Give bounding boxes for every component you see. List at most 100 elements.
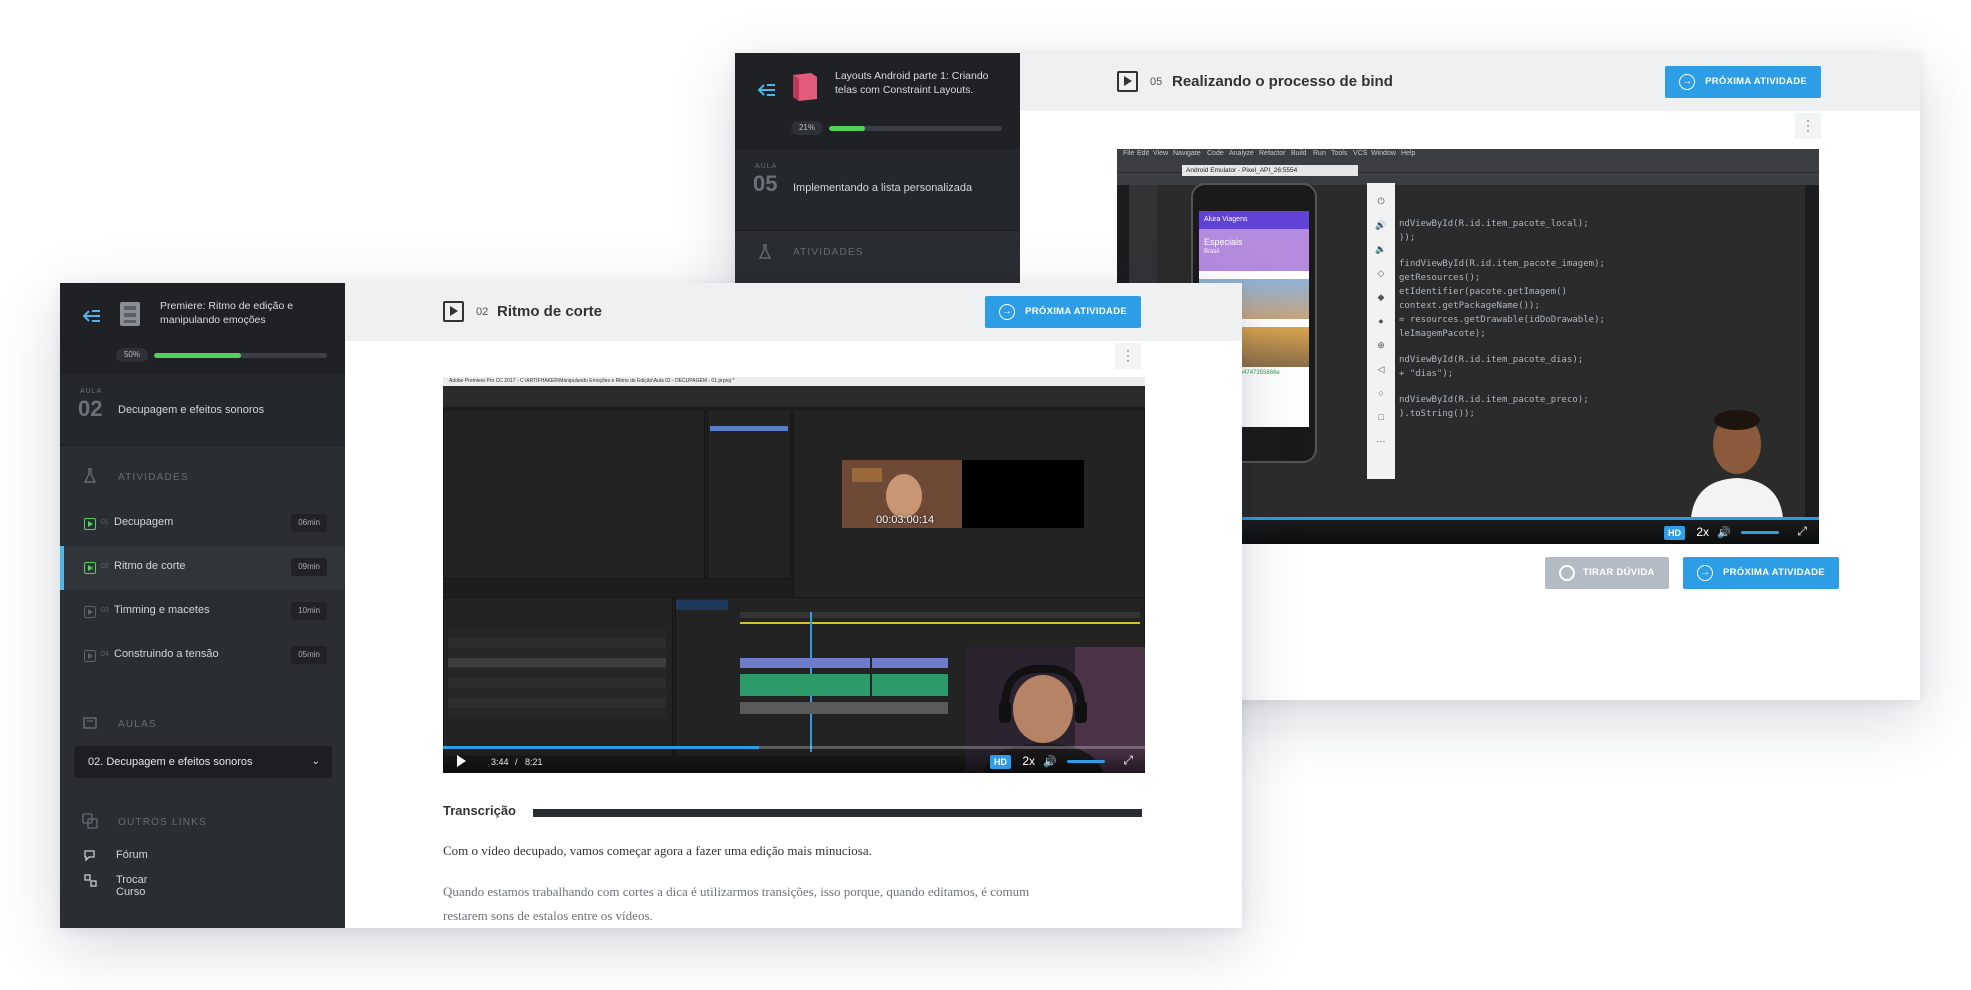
flask-icon xyxy=(758,244,772,259)
ide-menu-run: Run xyxy=(1313,150,1326,157)
collapse-sidebar-icon[interactable] xyxy=(80,307,102,325)
progress-percent: 21% xyxy=(791,121,823,135)
course-film-icon xyxy=(120,302,140,326)
zoom-icon: ⊕ xyxy=(1377,340,1385,350)
aulas-section-label: AULAS xyxy=(118,719,157,730)
progress-bar-fill xyxy=(829,126,866,131)
camera-icon: ● xyxy=(1378,316,1384,326)
transcription-title: Transcrição xyxy=(443,803,516,818)
code-line: etIdentifier(pacote.getImagem() xyxy=(1399,287,1567,297)
ask-question-label: TIRAR DÚVIDA xyxy=(1583,567,1655,578)
band-subtitle: Brasil xyxy=(1204,249,1220,255)
ide-menu-file: File xyxy=(1123,150,1135,157)
hd-toggle[interactable]: HD xyxy=(990,755,1011,769)
activity-duration: 10min xyxy=(291,602,327,620)
code-line: ndViewById(R.id.item_pacote_local); xyxy=(1399,219,1589,229)
progress-bar-track xyxy=(829,126,1002,131)
ide-menu-vcs: VCS xyxy=(1353,150,1368,157)
fullscreen-icon[interactable]: ⤢ xyxy=(1123,753,1133,768)
rotate-left-icon: ◇ xyxy=(1377,268,1385,278)
aula-tag: AULA xyxy=(80,388,103,395)
code-line: getResources(); xyxy=(1399,273,1481,283)
activities-section-label: ATIVIDADES xyxy=(793,247,864,258)
switch-course-link-label: Trocar Curso xyxy=(116,874,148,898)
audio-clip xyxy=(872,674,948,696)
premiere-menubar xyxy=(443,386,1145,395)
lesson-name: Decupagem e efeitos sonoros xyxy=(118,404,265,416)
front-video-player[interactable]: Adobe Premiere Pro CC 2017 - C:\ARTIFHAK… xyxy=(443,377,1145,773)
activity-item-ritmo-de-corte[interactable]: 02 Ritmo de corte 09min xyxy=(60,546,345,590)
code-line: ndViewById(R.id.item_pacote_dias); xyxy=(1399,355,1584,365)
play-pending-icon xyxy=(84,606,96,618)
back-course-header: Layouts Android parte 1: Criando telas c… xyxy=(735,53,1020,149)
activity-number: 03 xyxy=(101,607,109,614)
playback-speed[interactable]: 2x xyxy=(1022,754,1035,768)
aula-number: 05 xyxy=(753,171,778,196)
next-activity-button-bottom[interactable]: PRÓXIMA ATIVIDADE xyxy=(1683,557,1839,589)
video-task-icon xyxy=(443,301,464,322)
next-activity-button[interactable]: PRÓXIMA ATIVIDADE xyxy=(1665,66,1821,98)
transcription-rule xyxy=(533,809,1142,817)
ide-menu-analyze: Analyze xyxy=(1229,150,1254,157)
code-line: ).toString()); xyxy=(1399,409,1475,419)
play-check-icon xyxy=(84,518,96,530)
video-clip xyxy=(740,658,870,668)
audio-clip xyxy=(740,674,870,696)
front-course-window: Premiere: Ritmo de edição e manipulando … xyxy=(60,283,1242,928)
activity-duration: 09min xyxy=(291,558,327,576)
arrow-circle-icon xyxy=(1697,557,1713,589)
playback-speed[interactable]: 2x xyxy=(1696,525,1709,539)
video-timecode: 00:03:00:14 xyxy=(876,514,935,526)
task-title: Realizando o processo de bind xyxy=(1172,73,1393,90)
current-lesson[interactable]: AULA 02 Decupagem e efeitos sonoros xyxy=(60,374,345,446)
ide-menu-view: View xyxy=(1153,150,1169,157)
front-course-header: Premiere: Ritmo de edição e manipulando … xyxy=(60,283,345,374)
next-activity-label: PRÓXIMA ATIVIDADE xyxy=(1705,76,1807,87)
activity-item-decupagem[interactable]: 01 Decupagem 06min xyxy=(60,502,345,546)
links-icon xyxy=(82,813,98,829)
ide-menu-code: Code xyxy=(1207,150,1224,157)
ide-menu-navigate: Navigate xyxy=(1173,150,1201,157)
play-pending-icon xyxy=(84,650,96,662)
lifebuoy-icon xyxy=(1559,565,1575,581)
current-time: 3:44 xyxy=(491,757,509,767)
volume-slider[interactable] xyxy=(1741,531,1779,534)
chat-icon xyxy=(84,850,95,862)
more-options-icon[interactable]: ⋮ xyxy=(1115,343,1141,369)
activity-duration: 05min xyxy=(291,646,327,664)
activity-item-timming-e-macetes[interactable]: 03 Timming e macetes 10min xyxy=(60,590,345,634)
course-title: Layouts Android parte 1: Criando telas c… xyxy=(835,70,989,96)
play-icon[interactable] xyxy=(457,755,466,767)
hd-toggle[interactable]: HD xyxy=(1664,526,1685,540)
project-panel xyxy=(443,597,673,757)
task-number: 05 xyxy=(1150,76,1163,88)
activity-item-construindo-a-tensao[interactable]: 04 Construindo a tensão 05min xyxy=(60,634,345,678)
more-options-icon[interactable]: ⋮ xyxy=(1795,113,1821,139)
aula-number: 02 xyxy=(78,396,103,421)
course-progress: 50% xyxy=(116,348,327,362)
premiere-title-bar: Adobe Premiere Pro CC 2017 - C:\ARTIFHAK… xyxy=(443,377,1145,386)
power-icon: ⏻ xyxy=(1377,196,1385,206)
transcription-paragraph-1: Com o vídeo decupado, vamos começar agor… xyxy=(443,843,872,858)
ide-menu-refactor: Refactor xyxy=(1259,150,1286,157)
code-line: findViewById(R.id.item_pacote_imagem); xyxy=(1399,259,1605,269)
volume-slider[interactable] xyxy=(1067,760,1105,763)
forum-link-label: Fórum xyxy=(116,849,148,861)
collapse-sidebar-icon[interactable] xyxy=(755,81,777,99)
code-line: leImagemPacote); xyxy=(1399,329,1486,339)
band: Especiais Brasil xyxy=(1199,229,1309,271)
volume-icon[interactable]: 🔊 xyxy=(1717,526,1731,539)
activity-name: Decupagem xyxy=(114,516,174,528)
aula-tag: AULA xyxy=(755,163,778,170)
front-sidebar: Premiere: Ritmo de edição e manipulando … xyxy=(60,283,345,928)
activity-number: 02 xyxy=(101,563,109,570)
lesson-select[interactable]: 02. Decupagem e efeitos sonoros ⌄ xyxy=(74,746,332,778)
task-title: Ritmo de corte xyxy=(497,303,603,320)
volume-icon[interactable]: 🔊 xyxy=(1043,755,1057,768)
fullscreen-icon[interactable]: ⤢ xyxy=(1797,524,1807,539)
flask-icon xyxy=(83,468,97,483)
next-activity-button[interactable]: PRÓXIMA ATIVIDADE xyxy=(985,296,1141,328)
current-lesson[interactable]: AULA 05 Implementando a lista personaliz… xyxy=(735,149,1020,231)
ask-question-button[interactable]: TIRAR DÚVIDA xyxy=(1545,557,1669,589)
ide-menu-help: Help xyxy=(1401,150,1416,157)
